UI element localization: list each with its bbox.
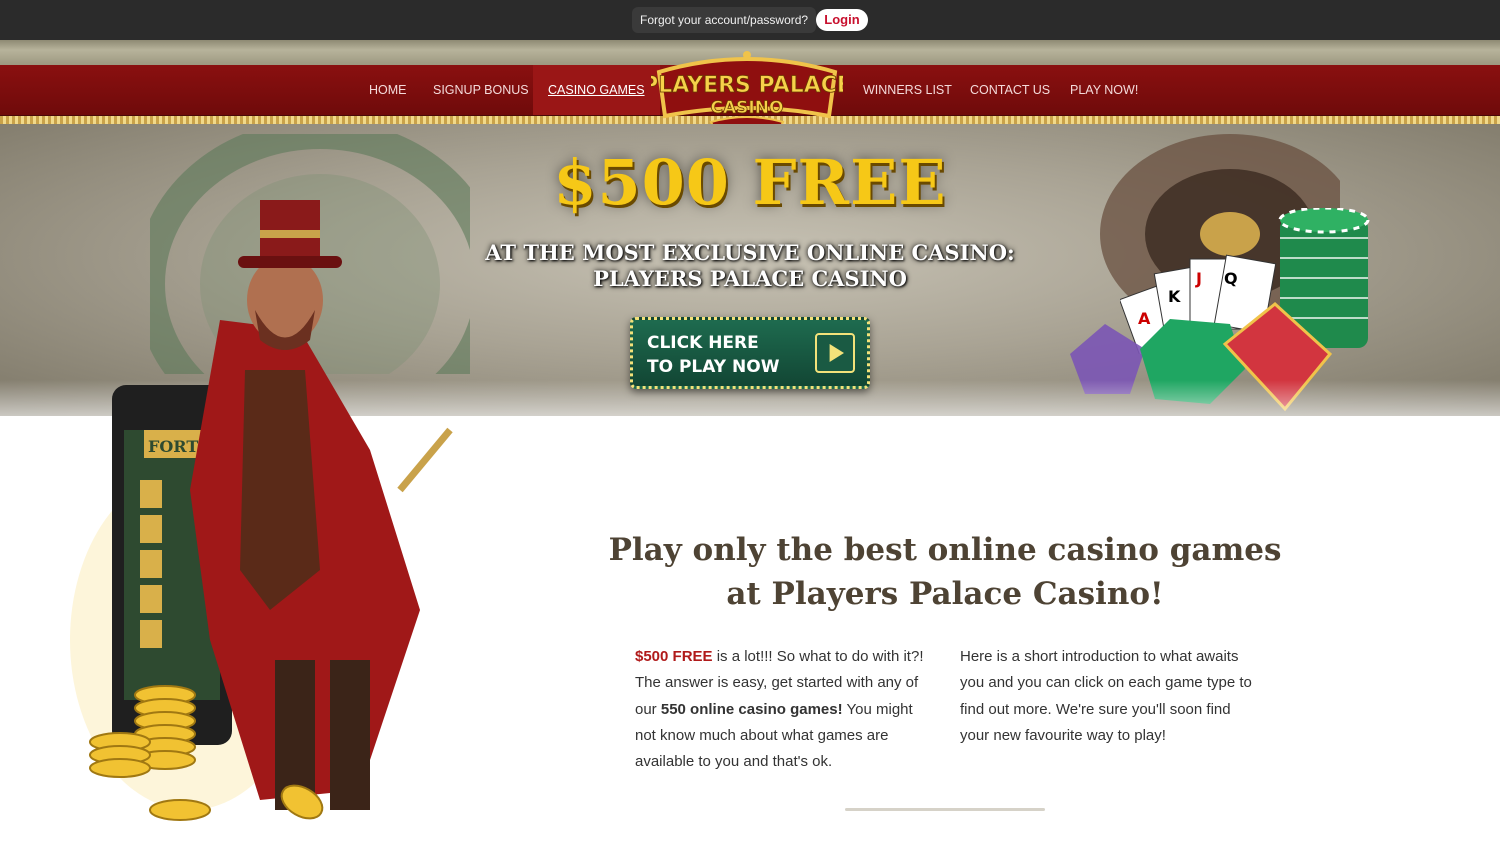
play-now-cta-button[interactable]: CLICK HERE TO PLAY NOW — [630, 317, 870, 389]
players-palace-logo[interactable]: PLAYERS PALACE CASINO — [651, 50, 843, 130]
play-icon — [815, 333, 855, 373]
cta-label-line2: TO PLAY NOW — [647, 357, 780, 377]
svg-text:CASINO: CASINO — [711, 98, 784, 118]
nav-item-casino-games[interactable]: CASINO GAMES — [533, 65, 660, 115]
headline-line2: at Players Palace Casino! — [726, 576, 1164, 612]
svg-text:PLAYERS PALACE: PLAYERS PALACE — [651, 73, 843, 98]
nav-item-signup-bonus[interactable]: SIGNUP BONUS — [433, 65, 529, 115]
nav-item-contact-us[interactable]: CONTACT US — [970, 65, 1050, 115]
headline-line1: Play only the best online casino games — [608, 532, 1282, 568]
nav-item-play-now[interactable]: PLAY NOW! — [1070, 65, 1138, 115]
login-button[interactable]: Login — [816, 9, 868, 31]
section-divider — [845, 808, 1045, 811]
highlight-500-free: $500 FREE — [635, 648, 713, 665]
cta-label-line1: CLICK HERE — [647, 333, 759, 353]
nav-item-winners-list[interactable]: WINNERS LIST — [863, 65, 952, 115]
intro-paragraph-left: $500 FREE is a lot!!! So what to do with… — [635, 644, 930, 775]
main-headline: Play only the best online casino games a… — [600, 528, 1290, 616]
nav-item-home[interactable]: HOME — [369, 65, 407, 115]
games-count-bold: 550 online casino games! — [660, 700, 843, 718]
forgot-password-link[interactable]: Forgot your account/password? — [632, 7, 817, 33]
intro-paragraph-right: Here is a short introduction to what awa… — [960, 648, 1252, 744]
ringmaster-character-art: FORTU — [70, 200, 453, 821]
